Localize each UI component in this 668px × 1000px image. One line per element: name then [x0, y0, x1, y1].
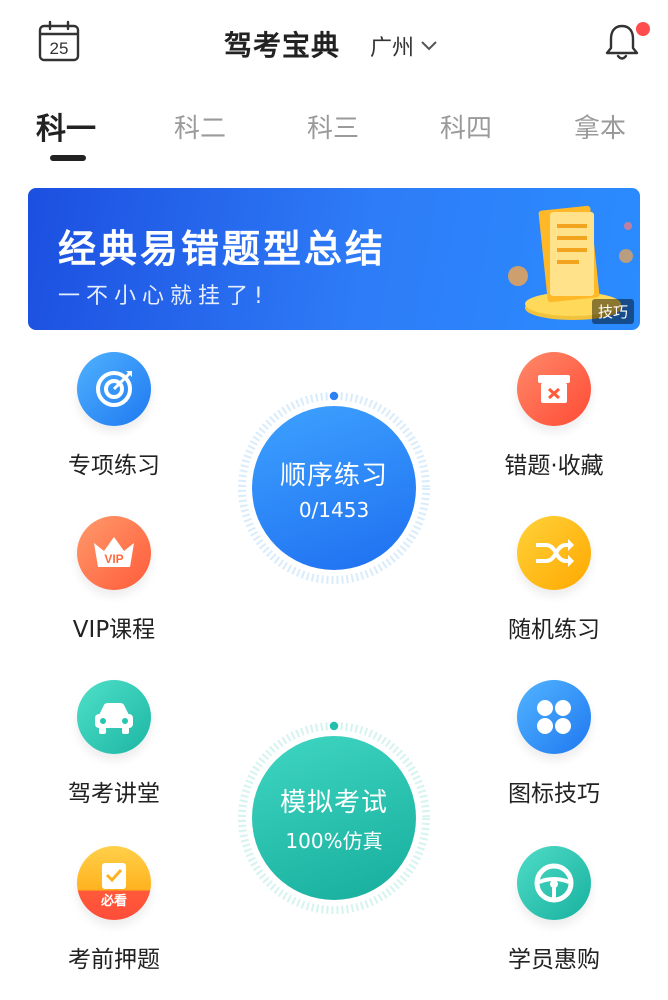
- pre-exam-questions-label: 考前押题: [68, 947, 160, 973]
- banner-subtitle: 一不小心就挂了!: [58, 284, 269, 309]
- mock-exam-core: 模拟考试 100%仿真: [252, 736, 416, 900]
- student-shopping-button[interactable]: 学员惠购: [474, 846, 634, 976]
- sequential-practice-progress: 0/1453: [298, 497, 370, 522]
- steering-wheel-icon: [517, 846, 591, 920]
- driving-lecture-label: 驾考讲堂: [68, 781, 160, 807]
- icon-tips-button[interactable]: 图标技巧: [474, 680, 634, 810]
- driving-lecture-button[interactable]: 驾考讲堂: [34, 680, 194, 810]
- checklist-icon: 必看: [77, 846, 151, 920]
- notification-dot: [636, 22, 650, 36]
- mock-exam-title: 模拟考试: [279, 788, 388, 818]
- pre-exam-questions-button[interactable]: 必看 考前押题: [34, 846, 194, 976]
- vip-crown-icon: VIP: [77, 516, 151, 590]
- banner-tag: 技巧: [591, 299, 634, 324]
- chevron-down-icon: [421, 41, 437, 51]
- calendar-day: 25: [50, 39, 69, 58]
- special-practice-label: 专项练习: [68, 453, 160, 479]
- active-tab-indicator: [50, 155, 86, 161]
- student-shopping-label: 学员惠购: [508, 947, 600, 973]
- wrong-favorites-button[interactable]: 错题·收藏: [474, 352, 634, 482]
- mock-exam-subtitle: 100%仿真: [285, 829, 383, 853]
- promo-banner[interactable]: 经典易错题型总结 一不小心就挂了! 技巧: [28, 188, 640, 330]
- grid-dots-icon: [517, 680, 591, 754]
- icon-tips-label: 图标技巧: [508, 781, 600, 807]
- city-selector[interactable]: 广州: [370, 30, 438, 62]
- sequential-practice-core: 顺序练习 0/1453: [252, 406, 416, 570]
- special-practice-button[interactable]: 专项练习: [34, 352, 194, 482]
- wrong-favorites-label: 错题·收藏: [504, 453, 604, 479]
- random-practice-button[interactable]: 随机练习: [474, 516, 634, 646]
- target-icon: [77, 352, 151, 426]
- must-see-badge: 必看: [100, 893, 127, 909]
- mock-exam-button[interactable]: 模拟考试 100%仿真: [236, 720, 432, 916]
- car-icon: [77, 680, 151, 754]
- tab-subject-2[interactable]: 科二: [174, 108, 226, 145]
- shuffle-icon: [517, 516, 591, 590]
- banner-title: 经典易错题型总结: [58, 227, 387, 271]
- tab-subject-4[interactable]: 科四: [440, 108, 492, 145]
- top-bar: 25 驾考宝典 广州: [0, 0, 668, 90]
- tab-subject-3[interactable]: 科三: [307, 108, 359, 145]
- city-label: 广州: [370, 36, 415, 61]
- wrong-box-icon: [517, 352, 591, 426]
- sequential-practice-button[interactable]: 顺序练习 0/1453: [236, 390, 432, 586]
- sequential-practice-title: 顺序练习: [279, 460, 388, 491]
- tab-get-license[interactable]: 拿本: [574, 108, 626, 145]
- vip-course-button[interactable]: VIP VIP课程: [34, 516, 194, 646]
- app-title: 驾考宝典: [224, 29, 341, 62]
- subject-tabs: 科一 科二 科三 科四 拿本: [0, 100, 668, 170]
- svg-text:VIP: VIP: [104, 552, 123, 566]
- random-practice-label: 随机练习: [508, 617, 600, 643]
- tab-subject-1[interactable]: 科一: [36, 104, 96, 148]
- vip-course-label: VIP课程: [72, 617, 156, 643]
- calendar-icon[interactable]: 25: [38, 20, 80, 62]
